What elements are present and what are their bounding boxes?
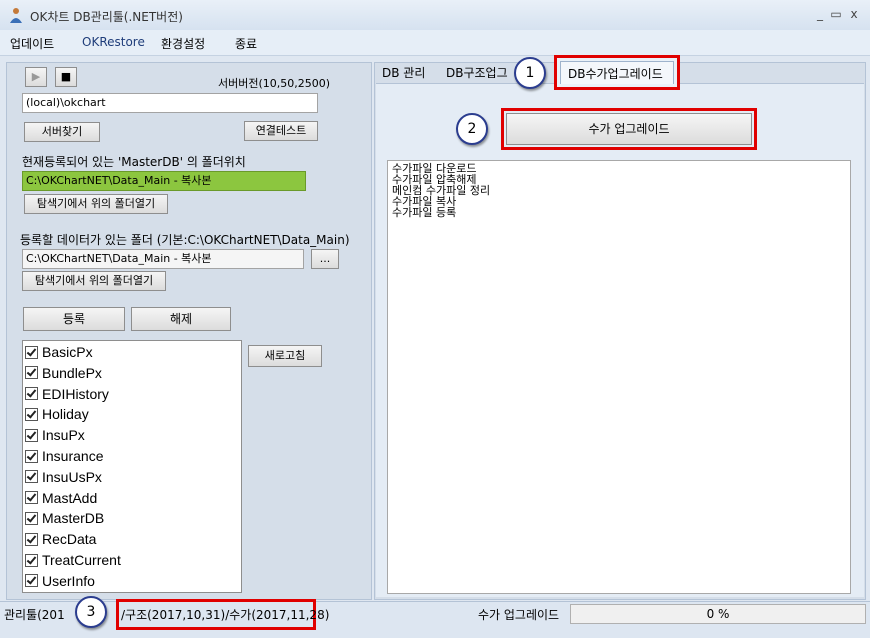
fee-upgrade-button[interactable]: 수가 업그레이드 (506, 113, 752, 145)
checkbox-checked-icon[interactable] (25, 532, 38, 546)
test-connection-button[interactable]: 연결테스트 (244, 121, 318, 141)
callout-3: 3 (75, 596, 107, 628)
db-checklist-item[interactable]: MastAdd (25, 488, 97, 508)
db-checklist-item[interactable]: Insurance (25, 446, 103, 466)
log-line: 수가파일 복사 (392, 195, 457, 208)
log-output[interactable]: 수가파일 다운로드 수가파일 압축해제 메인컴 수가파일 정리 수가파일 복사 … (387, 160, 851, 594)
refresh-button[interactable]: 새로고침 (248, 345, 322, 367)
db-checklist-label: Insurance (42, 448, 104, 464)
masterdb-label: 현재등록되어 있는 'MasterDB' 의 폴더위치 (22, 155, 246, 169)
status-task: 수가 업그레이드 (478, 608, 560, 622)
upgrade-button-highlight: 수가 업그레이드 (501, 108, 757, 150)
window-title: OK차트 DB관리툴(.NET버전) (30, 10, 183, 24)
find-server-button[interactable]: 서버찾기 (24, 122, 100, 142)
server-input[interactable]: (local)\okchart (22, 93, 318, 113)
db-checklist-item[interactable]: RecData (25, 529, 96, 549)
db-checklist-item[interactable]: MasterDB (25, 508, 104, 528)
checkbox-checked-icon[interactable] (25, 407, 38, 421)
data-folder-input[interactable]: C:\OKChartNET\Data_Main - 복사본 (22, 249, 304, 269)
server-version: 서버버전(10,50,2500) (218, 77, 331, 90)
db-checklist-item[interactable]: BundlePx (25, 363, 102, 383)
checkbox-checked-icon[interactable] (25, 470, 38, 484)
checkbox-checked-icon[interactable] (25, 428, 38, 442)
db-checklist-label: InsuPx (42, 427, 85, 444)
db-checklist-item[interactable]: InsuUsPx (25, 467, 102, 487)
checkbox-checked-icon[interactable] (25, 574, 38, 588)
tab-db-fee-upgrade-label: DB수가업그레이드 (568, 67, 663, 81)
db-checklist-item[interactable]: BasicPx (25, 342, 93, 362)
checkbox-checked-icon[interactable] (25, 345, 38, 359)
db-checklist-item[interactable]: EDIHistory (25, 384, 109, 404)
tab-db-manage[interactable]: DB 관리 (382, 64, 425, 81)
db-checklist-item[interactable]: Holiday (25, 404, 89, 424)
status-version-a: 관리툴(201 (4, 608, 65, 622)
play-button[interactable]: ▶ (25, 67, 47, 87)
db-checklist-label: MasterDB (42, 510, 105, 527)
menu-exit[interactable]: 종료 (235, 35, 257, 52)
db-checklist-label: MastAdd (42, 489, 98, 506)
db-checklist-label: TreatCurrent (42, 552, 121, 568)
checkbox-checked-icon[interactable] (25, 449, 38, 463)
db-checklist-label: InsuUsPx (42, 468, 102, 485)
db-checklist-item[interactable]: UserInfo (25, 571, 95, 591)
log-line: 수가파일 등록 (392, 206, 457, 219)
menu-update[interactable]: 업데이트 (10, 35, 54, 52)
open-explorer-button-1[interactable]: 탐색기에서 위의 폴더열기 (24, 194, 168, 214)
stop-button[interactable]: ■ (55, 67, 77, 87)
db-checklist-item[interactable]: TreatCurrent (25, 550, 121, 570)
minimize-icon[interactable]: _ (812, 6, 828, 22)
callout-1: 1 (514, 57, 546, 89)
status-version-highlight: /구조(2017,10,31)/수가(2017,11,28) (116, 599, 329, 630)
db-checklist-label: EDIHistory (42, 385, 109, 402)
db-checklist[interactable]: BasicPx BundlePx EDIHistory Holiday InsuPx In… (22, 340, 242, 593)
register-button[interactable]: 등록 (23, 307, 125, 331)
menu-settings[interactable]: 환경설정 (161, 35, 205, 52)
masterdb-path: C:\OKChartNET\Data_Main - 복사본 (22, 171, 306, 191)
db-checklist-label: UserInfo (42, 572, 95, 589)
status-version-b: /구조(2017,10,31)/수가(2017,11,28) (121, 608, 330, 622)
callout-2: 2 (456, 113, 488, 145)
progress-label: 0 % (706, 607, 730, 621)
open-explorer-button-2[interactable]: 탐색기에서 위의 폴더열기 (22, 271, 166, 291)
menu-okrestore[interactable]: OKRestore (82, 35, 145, 49)
db-checklist-item[interactable]: InsuPx (25, 425, 85, 445)
log-line: 메인컴 수가파일 정리 (392, 184, 491, 197)
unregister-button[interactable]: 해제 (131, 307, 231, 331)
db-checklist-label: RecData (42, 531, 97, 548)
db-checklist-label: Holiday (42, 406, 89, 423)
tab-db-structure[interactable]: DB구조업그 (446, 64, 512, 81)
checkbox-checked-icon[interactable] (25, 511, 38, 525)
checkbox-checked-icon[interactable] (25, 491, 38, 505)
browse-button[interactable]: ... (311, 249, 339, 269)
checkbox-checked-icon[interactable] (25, 553, 38, 567)
data-folder-label: 등록할 데이터가 있는 폴더 (기본:C:\OKChartNET\Data_Ma… (20, 233, 350, 247)
progress-bar: 0 % (570, 604, 866, 624)
db-checklist-label: BundlePx (42, 364, 102, 381)
tab-db-fee-upgrade[interactable]: DB수가업그레이드 (554, 55, 680, 90)
checkbox-checked-icon[interactable] (25, 387, 38, 401)
checkbox-checked-icon[interactable] (25, 366, 38, 380)
close-icon[interactable]: x (846, 6, 862, 22)
app-icon (8, 7, 24, 23)
maximize-icon[interactable]: ▭ (828, 6, 844, 22)
db-checklist-label: BasicPx (42, 344, 93, 360)
